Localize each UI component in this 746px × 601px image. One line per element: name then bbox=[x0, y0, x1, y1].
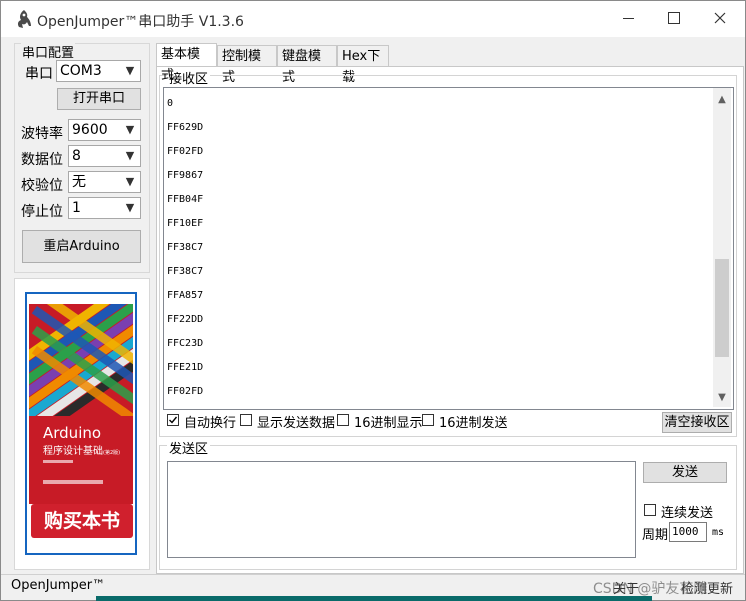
show-sent-label: 显示发送数据 bbox=[257, 416, 336, 431]
chevron-down-icon: ▼ bbox=[125, 123, 135, 136]
maximize-button[interactable] bbox=[651, 1, 697, 35]
book-cover-image: Arduino 程序设计基础(第2版) bbox=[29, 304, 133, 504]
receive-line: FF38C7 bbox=[167, 242, 204, 253]
parity-select[interactable]: 无 ▼ bbox=[68, 171, 141, 193]
continuous-send-checkbox[interactable] bbox=[644, 504, 656, 516]
databits-label: 数据位 bbox=[21, 152, 63, 168]
app-window: OpenJumper™串口助手 V1.3.6 串口配置 串口 COM3 ▼ 打开… bbox=[0, 0, 746, 601]
receive-line: FF02FD bbox=[167, 386, 204, 397]
minimize-button[interactable] bbox=[605, 1, 651, 35]
chevron-down-icon: ▼ bbox=[125, 201, 135, 214]
receive-scrollbar[interactable]: ▲ ▼ bbox=[713, 88, 731, 407]
tab-control[interactable]: 控制模式 bbox=[217, 45, 277, 85]
scroll-down-icon[interactable]: ▼ bbox=[713, 389, 731, 407]
show-sent-checkbox[interactable] bbox=[240, 414, 252, 426]
parity-label: 校验位 bbox=[21, 178, 63, 194]
databits-select[interactable]: 8 ▼ bbox=[68, 145, 141, 167]
book-ad[interactable]: Arduino 程序设计基础(第2版) 购买本书 bbox=[25, 292, 137, 555]
port-label: 串口 bbox=[25, 66, 53, 82]
book-edition: (第2版) bbox=[103, 450, 121, 456]
stopbits-label: 停止位 bbox=[21, 204, 63, 220]
receive-line: FF22DD bbox=[167, 314, 204, 325]
maximize-icon bbox=[668, 12, 680, 24]
stopbits-select[interactable]: 1 ▼ bbox=[68, 197, 141, 219]
baud-select[interactable]: 9600 ▼ bbox=[68, 119, 141, 141]
send-button[interactable]: 发送 bbox=[643, 462, 727, 483]
receive-line: FF38C7 bbox=[167, 266, 204, 277]
databits-value: 8 bbox=[72, 148, 81, 164]
baud-label: 波特率 bbox=[21, 126, 63, 142]
hex-send-checkbox[interactable] bbox=[422, 414, 434, 426]
port-value: COM3 bbox=[60, 63, 102, 79]
baud-value: 9600 bbox=[72, 122, 108, 138]
send-textarea[interactable] bbox=[167, 461, 636, 558]
status-brand: OpenJumper™ bbox=[11, 578, 106, 593]
period-label: 周期 bbox=[642, 528, 669, 543]
tab-basic[interactable]: 基本模式 bbox=[156, 43, 217, 83]
receive-textarea[interactable]: 0 FF629D FF02FD FF9867 FFB04F FF10EF FF38C7 FF3… bbox=[163, 87, 734, 410]
receive-line: FF9867 bbox=[167, 170, 204, 181]
chevron-down-icon: ▼ bbox=[125, 64, 135, 77]
buy-book-button[interactable]: 购买本书 bbox=[31, 504, 133, 538]
tab-keyboard[interactable]: 键盘模式 bbox=[277, 45, 337, 85]
book-title: Arduino bbox=[43, 424, 102, 442]
app-logo-icon bbox=[17, 10, 31, 28]
hex-display-label: 16进制显示 bbox=[354, 416, 423, 431]
receive-line: FF02FD bbox=[167, 146, 204, 157]
period-unit: ms bbox=[712, 527, 725, 538]
receive-line: FF629D bbox=[167, 122, 204, 133]
serial-config-title: 串口配置 bbox=[21, 42, 76, 61]
parity-value: 无 bbox=[72, 174, 86, 190]
open-port-button[interactable]: 打开串口 bbox=[57, 88, 141, 110]
receive-line: FFE21D bbox=[167, 362, 204, 373]
tab-hex-download[interactable]: Hex下载 bbox=[337, 45, 389, 85]
receive-line: FFA857 bbox=[167, 290, 204, 301]
close-button[interactable] bbox=[697, 1, 743, 35]
receive-line: FF10EF bbox=[167, 218, 204, 229]
receive-line: FFC23D bbox=[167, 338, 204, 349]
stopbits-value: 1 bbox=[72, 200, 81, 216]
chevron-down-icon: ▼ bbox=[125, 175, 135, 188]
close-icon bbox=[714, 12, 726, 24]
receive-lines: 0 FF629D FF02FD FF9867 FFB04F FF10EF FF38C7 FF3… bbox=[167, 92, 203, 404]
hex-send-label: 16进制发送 bbox=[439, 416, 508, 431]
hex-display-checkbox[interactable] bbox=[337, 414, 349, 426]
chevron-down-icon: ▼ bbox=[125, 149, 135, 162]
send-title: 发送区 bbox=[167, 438, 211, 457]
scrollbar-thumb[interactable] bbox=[715, 259, 729, 357]
window-title: OpenJumper™串口助手 V1.3.6 bbox=[37, 14, 244, 30]
minimize-icon bbox=[622, 17, 634, 19]
title-bar[interactable]: OpenJumper™串口助手 V1.3.6 bbox=[1, 1, 745, 37]
period-input[interactable]: 1000 bbox=[669, 522, 707, 542]
scroll-up-icon[interactable]: ▲ bbox=[713, 91, 731, 109]
watermark-text: CSDN @驴友花雕 bbox=[593, 581, 708, 597]
receive-line: 0 bbox=[167, 98, 174, 109]
taskbar-strip bbox=[96, 596, 652, 601]
checkmark-icon bbox=[169, 416, 178, 424]
auto-wrap-label: 自动换行 bbox=[184, 416, 237, 431]
book-subtitle: 程序设计基础 bbox=[43, 446, 103, 457]
receive-line: FFB04F bbox=[167, 194, 204, 205]
continuous-send-label: 连续发送 bbox=[661, 506, 714, 521]
port-select[interactable]: COM3 ▼ bbox=[56, 60, 141, 82]
clear-receive-button[interactable]: 清空接收区 bbox=[662, 412, 732, 433]
restart-arduino-button[interactable]: 重启Arduino bbox=[22, 230, 141, 263]
auto-wrap-checkbox[interactable] bbox=[167, 414, 179, 426]
